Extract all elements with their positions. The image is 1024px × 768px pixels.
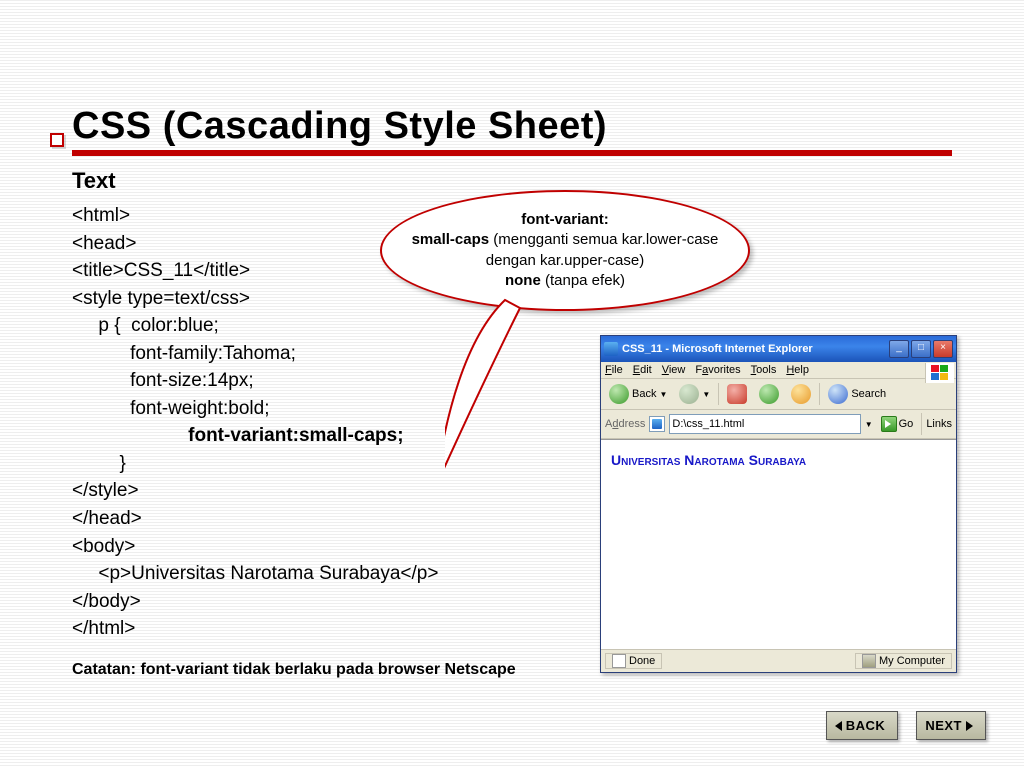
chevron-down-icon: ▼ (659, 390, 667, 399)
stop-button[interactable] (723, 382, 751, 406)
menu-tools[interactable]: Tools (751, 364, 777, 376)
links-label[interactable]: Links (926, 418, 952, 430)
minimize-button[interactable]: _ (889, 340, 909, 358)
stop-icon (727, 384, 747, 404)
go-arrow-icon (881, 416, 897, 432)
search-icon (828, 384, 848, 404)
refresh-icon (759, 384, 779, 404)
address-input[interactable] (669, 414, 860, 434)
next-slide-button[interactable]: NEXT (916, 711, 986, 740)
computer-icon (862, 654, 876, 668)
back-arrow-icon (609, 384, 629, 404)
bubble-heading: font-variant: (521, 211, 609, 228)
status-done: Done (605, 653, 662, 669)
chevron-down-icon[interactable]: ▼ (865, 420, 873, 429)
home-button[interactable] (787, 382, 815, 406)
toolbar: Back ▼ ▼ Search (601, 379, 956, 410)
slide-title: CSS (Cascading Style Sheet) (72, 105, 952, 148)
status-bar: Done My Computer (601, 649, 956, 672)
menu-view[interactable]: View (662, 364, 686, 376)
window-titlebar: CSS_11 - Microsoft Internet Explorer _ □… (601, 336, 956, 362)
rendered-text: Universitas Narotama Surabaya (611, 452, 946, 468)
menu-favorites[interactable]: Favorites (695, 364, 740, 376)
arrow-right-icon (966, 721, 973, 731)
windows-flag-icon (925, 363, 954, 383)
menu-edit[interactable]: Edit (633, 364, 652, 376)
home-icon (791, 384, 811, 404)
forward-arrow-icon (679, 384, 699, 404)
browser-viewport: Universitas Narotama Surabaya (601, 439, 956, 649)
ie-icon (604, 342, 618, 356)
address-label: Address (605, 418, 645, 430)
forward-button[interactable]: ▼ (675, 382, 714, 406)
address-bar: Address ▼ Go Links (601, 410, 956, 439)
menu-help[interactable]: Help (786, 364, 809, 376)
close-button[interactable]: × (933, 340, 953, 358)
callout-bubble: font-variant: small-caps (mengganti semu… (380, 190, 750, 311)
menu-file[interactable]: File (605, 364, 623, 376)
go-button[interactable]: Go (877, 415, 918, 433)
chevron-down-icon: ▼ (702, 390, 710, 399)
search-button[interactable]: Search (824, 382, 890, 406)
window-title: CSS_11 - Microsoft Internet Explorer (622, 343, 887, 355)
refresh-button[interactable] (755, 382, 783, 406)
status-zone: My Computer (855, 653, 952, 669)
title-bullet (50, 133, 64, 147)
maximize-button[interactable]: □ (911, 340, 931, 358)
back-slide-button[interactable]: BACK (826, 711, 899, 740)
back-button[interactable]: Back ▼ (605, 382, 671, 406)
arrow-left-icon (835, 721, 842, 731)
page-icon (649, 416, 665, 432)
menu-bar: File Edit View Favorites Tools Help (601, 362, 956, 379)
page-icon (612, 654, 626, 668)
browser-window: CSS_11 - Microsoft Internet Explorer _ □… (600, 335, 957, 673)
